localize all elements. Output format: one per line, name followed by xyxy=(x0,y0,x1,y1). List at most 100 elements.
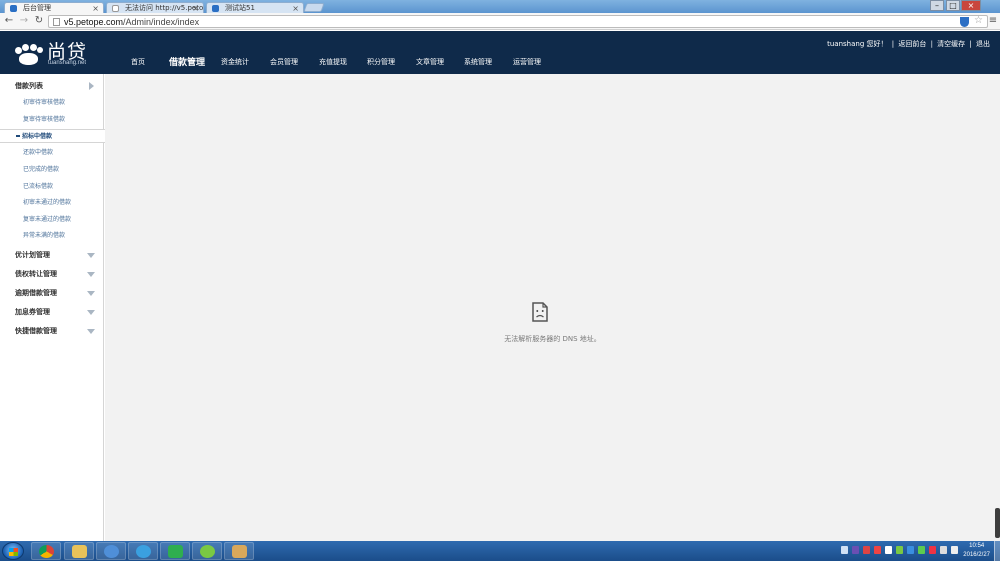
sidebar-item-first-review-rejected[interactable]: 初审未通过的借款 xyxy=(0,196,104,210)
sidebar-item-repaying-loans[interactable]: 还款中借款 xyxy=(0,146,104,160)
sidebar-item-completed-loans[interactable]: 已完成的借款 xyxy=(0,163,104,177)
chevron-down-icon xyxy=(87,310,95,315)
chevron-right-icon xyxy=(89,82,94,90)
chrome-icon xyxy=(39,545,54,558)
start-button[interactable] xyxy=(2,542,24,560)
tab-error-page[interactable]: 无法访问 http://v5.petop × xyxy=(106,2,204,13)
nav-member-management[interactable]: 会员管理 xyxy=(270,57,298,67)
close-tab-icon[interactable]: × xyxy=(92,3,99,13)
back-to-frontend-link[interactable]: 返回前台 xyxy=(898,40,926,48)
taskbar-app-blue[interactable] xyxy=(96,542,126,560)
dns-error-message: 无法解析服务器的 DNS 地址。 xyxy=(504,335,601,343)
page-icon xyxy=(53,18,60,26)
folder-icon xyxy=(72,545,87,558)
site-icon xyxy=(212,5,219,12)
tray-icon[interactable] xyxy=(841,546,848,554)
browser-tabbar: 后台管理 × 无法访问 http://v5.petop × 测试站51 × – … xyxy=(0,0,1000,13)
clock[interactable]: 10:54 2016/2/27 xyxy=(963,542,990,560)
sidebar-section-plan[interactable]: 优计划管理 xyxy=(0,247,104,264)
tab-title: 测试站51 xyxy=(225,4,255,12)
tab-test-site[interactable]: 测试站51 × xyxy=(206,2,304,13)
tray-icon[interactable] xyxy=(918,546,925,554)
network-icon[interactable] xyxy=(940,546,947,554)
app-icon xyxy=(104,545,119,558)
close-tab-icon[interactable]: × xyxy=(192,3,199,13)
logo-subtitle: tuanshang.net xyxy=(48,60,87,66)
sidebar-item-failed-loans[interactable]: 已流标借款 xyxy=(0,180,104,194)
clock-time: 10:54 xyxy=(969,543,985,549)
back-arrow-icon[interactable]: ← xyxy=(3,15,15,27)
nav-system-management[interactable]: 系统管理 xyxy=(464,57,492,67)
main-content: 无法解析服务器的 DNS 地址。 xyxy=(105,74,1000,541)
taskbar-app-green[interactable] xyxy=(160,542,190,560)
taskbar-wechat[interactable] xyxy=(192,542,222,560)
wechat-icon xyxy=(200,545,215,558)
new-tab-button[interactable] xyxy=(303,3,325,12)
chevron-down-icon xyxy=(87,253,95,258)
tray-icon[interactable] xyxy=(907,546,914,554)
user-greeting: tuanshang 您好！ xyxy=(827,40,888,48)
clear-cache-link[interactable]: 清空缓存 xyxy=(937,40,965,48)
taskbar-chrome[interactable] xyxy=(31,542,61,560)
sidebar-item-abnormal-loans[interactable]: 异常未满的借款 xyxy=(0,229,104,243)
browser-icon xyxy=(136,545,151,558)
sidebar-item-second-review-rejected[interactable]: 复审未通过的借款 xyxy=(0,213,104,227)
chevron-down-icon xyxy=(87,291,95,296)
tray-icon[interactable] xyxy=(863,546,870,554)
address-bar[interactable]: v5.petope.com/Admin/index/index ☆ xyxy=(48,15,988,28)
logout-link[interactable]: 退出 xyxy=(976,40,990,48)
nav-points-management[interactable]: 积分管理 xyxy=(367,57,395,67)
sidebar-section-quick-loan[interactable]: 快捷借款管理 xyxy=(0,323,104,340)
tab-title: 后台管理 xyxy=(23,4,51,12)
bookmark-star-icon[interactable]: ☆ xyxy=(974,15,983,26)
sidebar-item-second-review-pending[interactable]: 复审待审核借款 xyxy=(0,113,104,127)
chevron-down-icon xyxy=(87,329,95,334)
close-window-button[interactable]: × xyxy=(961,0,981,11)
minimize-button[interactable]: – xyxy=(930,0,944,11)
nav-article-management[interactable]: 文章管理 xyxy=(416,57,444,67)
taskbar: 10:54 2016/2/27 xyxy=(0,541,1000,561)
maximize-button[interactable]: □ xyxy=(946,0,960,11)
site-icon xyxy=(10,5,17,12)
tray-icon[interactable] xyxy=(874,546,881,554)
s-app-icon xyxy=(168,545,183,558)
nav-fund-statistics[interactable]: 资金统计 xyxy=(221,57,249,67)
url-text: v5.petope.com/Admin/index/index xyxy=(64,17,200,27)
nav-operations-management[interactable]: 运营管理 xyxy=(513,57,541,67)
shield-icon[interactable] xyxy=(960,17,969,27)
tray-icon[interactable] xyxy=(852,546,859,554)
page-icon xyxy=(112,5,119,12)
sidebar-item-bidding-loans[interactable]: 招标中借款 xyxy=(0,129,105,143)
sidebar-section-coupons[interactable]: 加息券管理 xyxy=(0,304,104,321)
tray-icon[interactable] xyxy=(896,546,903,554)
close-tab-icon[interactable]: × xyxy=(292,3,299,13)
nav-home[interactable]: 首页 xyxy=(131,57,145,67)
taskbar-browser-e[interactable] xyxy=(128,542,158,560)
forward-arrow-icon[interactable]: → xyxy=(18,15,30,27)
tab-admin[interactable]: 后台管理 × xyxy=(4,2,104,13)
nav-loan-management[interactable]: 借款管理 xyxy=(169,55,205,68)
taskbar-app-avatar[interactable] xyxy=(224,542,254,560)
sidebar-section-loan-list[interactable]: 借款列表 xyxy=(0,78,104,95)
clock-date: 2016/2/27 xyxy=(963,552,990,558)
sidebar-section-overdue[interactable]: 逾期借款管理 xyxy=(0,285,104,302)
app-header: 尚贷 tuanshang.net 首页 借款管理 资金统计 会员管理 充值提现 … xyxy=(0,31,1000,74)
reload-icon[interactable]: ↻ xyxy=(33,15,45,27)
chevron-down-icon xyxy=(87,272,95,277)
taskbar-explorer[interactable] xyxy=(64,542,94,560)
logo[interactable]: 尚贷 tuanshang.net xyxy=(14,36,104,70)
volume-icon[interactable] xyxy=(951,546,958,554)
logo-paw-icon xyxy=(14,44,43,65)
browser-menu-icon[interactable]: ≡ xyxy=(988,15,998,27)
nav-recharge-withdraw[interactable]: 充值提现 xyxy=(319,57,347,67)
sidebar: 借款列表 初审待审核借款 复审待审核借款 招标中借款 还款中借款 已完成的借款 … xyxy=(0,74,105,541)
show-desktop-button[interactable] xyxy=(994,541,1000,561)
sidebar-section-debt-transfer[interactable]: 债权转让管理 xyxy=(0,266,104,283)
avatar-icon xyxy=(232,545,247,558)
scrollbar-handle[interactable] xyxy=(995,508,1000,538)
tray-icon[interactable] xyxy=(885,546,892,554)
browser-toolbar: ← → ↻ v5.petope.com/Admin/index/index ☆ … xyxy=(0,13,1000,30)
tray-icon[interactable] xyxy=(929,546,936,554)
user-menu: tuanshang 您好！ | 返回前台 | 清空缓存 | 退出 xyxy=(827,40,990,48)
sidebar-item-first-review-pending[interactable]: 初审待审核借款 xyxy=(0,96,104,110)
